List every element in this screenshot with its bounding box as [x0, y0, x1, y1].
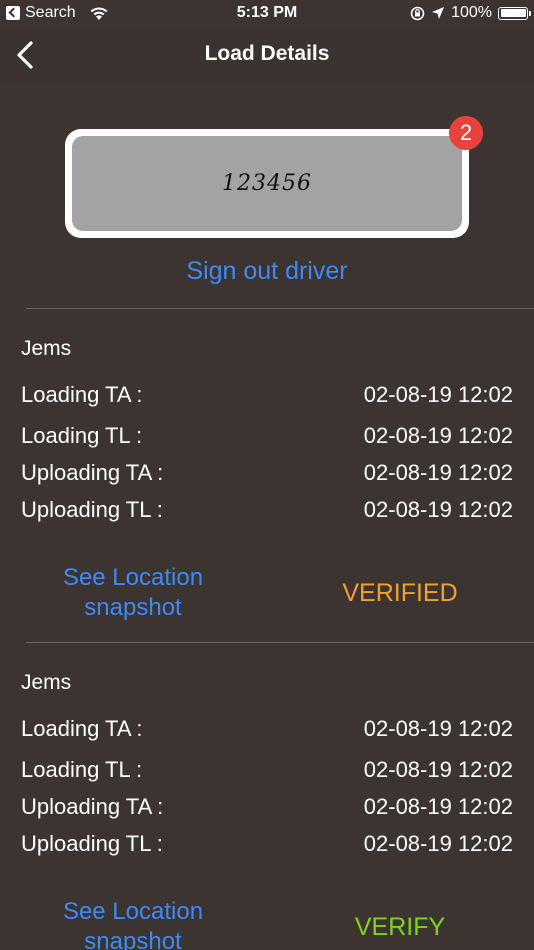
app-root: Search 5:13 PM 100% Load Details 123456 …: [0, 0, 534, 950]
signature-value: 123456: [72, 136, 462, 231]
status-right: 100%: [410, 4, 531, 22]
see-location-snapshot-link[interactable]: See Location snapshot: [0, 563, 266, 623]
page-title: Load Details: [204, 42, 330, 65]
row-value: 02-08-19 12:02: [363, 497, 513, 522]
row-value: 02-08-19 12:02: [363, 716, 513, 741]
location-arrow-icon: [432, 7, 445, 19]
row-value: 02-08-19 12:02: [363, 423, 513, 448]
row-label: Loading TA :: [21, 382, 143, 407]
row-label: Loading TL :: [21, 423, 143, 448]
notification-badge: 2: [449, 116, 483, 150]
status-bar: Search 5:13 PM 100%: [0, 0, 534, 28]
see-location-snapshot-link[interactable]: See Location snapshot: [0, 897, 266, 950]
row-label: Loading TA :: [21, 716, 143, 741]
location-link-line1: See Location: [62, 898, 204, 925]
load-entry: Jems Loading TA : 02-08-19 12:02 Loading…: [0, 642, 534, 950]
battery-percent: 100%: [451, 4, 492, 21]
row-label: Loading TL :: [21, 757, 143, 782]
row-label: Uploading TA :: [21, 460, 164, 485]
nav-bar: Load Details: [0, 28, 534, 82]
row-label: Uploading TA :: [21, 794, 164, 819]
row-value: 02-08-19 12:02: [363, 460, 513, 485]
row-label: Uploading TL :: [21, 831, 163, 856]
verified-status: VERIFIED: [342, 579, 458, 607]
row-value: 02-08-19 12:02: [363, 382, 513, 407]
signature-card[interactable]: 123456: [65, 129, 469, 238]
row-value: 02-08-19 12:02: [363, 757, 513, 782]
driver-name: Jems: [21, 337, 72, 360]
driver-name: Jems: [21, 671, 72, 694]
location-link-line2: snapshot: [84, 928, 182, 950]
verify-button[interactable]: VERIFY: [266, 913, 534, 942]
row-value: 02-08-19 12:02: [363, 831, 513, 856]
sign-out-driver-link[interactable]: Sign out driver: [0, 257, 534, 286]
row-label: Uploading TL :: [21, 497, 163, 522]
rotation-lock-icon: [410, 6, 425, 20]
location-link-line1: See Location: [62, 564, 204, 591]
load-entry: Jems Loading TA : 02-08-19 12:02 Loading…: [0, 308, 534, 642]
row-value: 02-08-19 12:02: [363, 794, 513, 819]
location-link-line2: snapshot: [84, 594, 182, 621]
battery-icon: [498, 6, 531, 20]
